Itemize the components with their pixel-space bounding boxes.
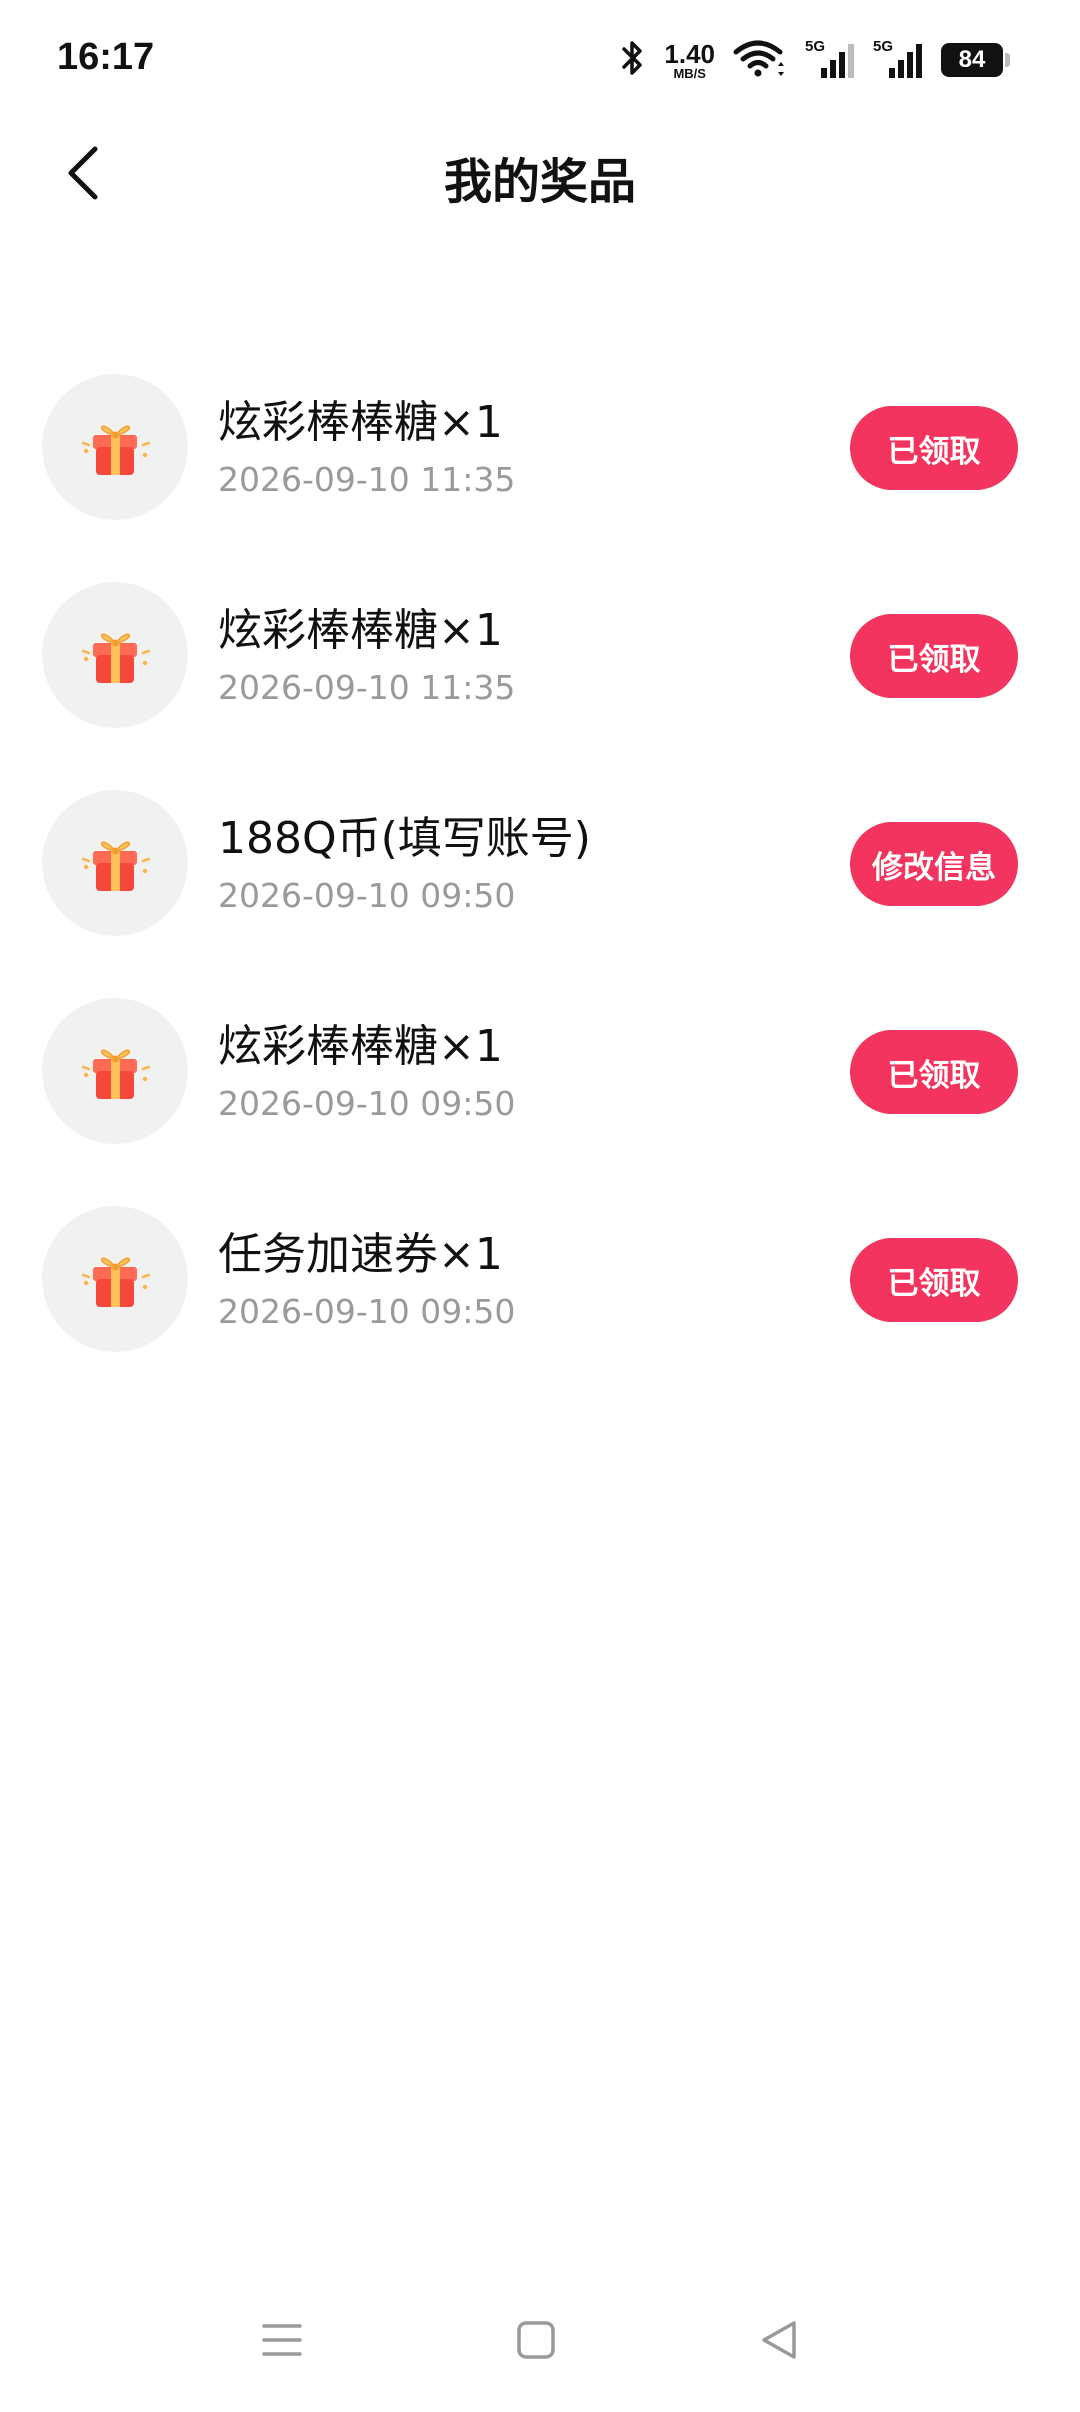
gift-box-icon [75,613,155,697]
gift-box-icon [75,1237,155,1321]
prize-time: 2026-09-10 11:35 [218,668,516,707]
prize-item: 任务加速券×1 2026-09-10 09:50 已领取 [0,1204,1080,1412]
menu-button[interactable] [242,2302,322,2382]
page-title: 我的奖品 [443,154,636,210]
prize-avatar [42,790,188,936]
prize-action-button[interactable]: 已领取 [850,1030,1018,1114]
status-icons: 1.40 MB/S 5G 5G 84 [620,36,1010,84]
back-triangle-icon [756,2318,800,2366]
prize-list: 炫彩棒棒糖×1 2026-09-10 11:35 已领取 炫彩棒棒糖×1 202… [0,372,1080,1412]
prize-action-button[interactable]: 已领取 [850,614,1018,698]
status-time: 16:17 [57,36,155,78]
prize-item: 炫彩棒棒糖×1 2026-09-10 11:35 已领取 [0,372,1080,580]
prize-avatar [42,1206,188,1352]
bluetooth-icon [620,38,646,82]
menu-icon [260,2320,304,2364]
cellular-signal-icon: 5G [805,38,855,80]
battery-level: 84 [941,43,1003,77]
prize-name: 炫彩棒棒糖×1 [218,1021,503,1072]
prize-action-button[interactable]: 已领取 [850,406,1018,490]
home-button[interactable] [496,2302,576,2382]
navigation-bar [0,2282,1080,2412]
prize-avatar [42,374,188,520]
network-speed-value: 1.40 [664,38,715,69]
status-bar: 16:17 1.40 MB/S 5G 5G 84 [0,0,1080,120]
prize-avatar [42,998,188,1144]
prize-action-button[interactable]: 修改信息 [850,822,1018,906]
battery-tip [1005,53,1010,67]
prize-time: 2026-09-10 09:50 [218,1292,516,1331]
prize-name: 炫彩棒棒糖×1 [218,397,503,448]
prize-avatar [42,582,188,728]
prize-name: 188Q币(填写账号) [218,813,591,864]
prize-item: 炫彩棒棒糖×1 2026-09-10 11:35 已领取 [0,580,1080,788]
gift-box-icon [75,405,155,489]
prize-action-button[interactable]: 已领取 [850,1238,1018,1322]
screen: 16:17 1.40 MB/S 5G 5G 84 我的奖品 炫彩棒棒糖×1 20… [0,0,1080,2412]
prize-item: 188Q币(填写账号) 2026-09-10 09:50 修改信息 [0,788,1080,996]
back-nav-button[interactable] [738,2302,818,2382]
prize-item: 炫彩棒棒糖×1 2026-09-10 09:50 已领取 [0,996,1080,1204]
prize-name: 任务加速券×1 [218,1229,503,1280]
battery-icon: 84 [941,43,1010,77]
network-speed-unit: MB/S [673,65,706,81]
home-square-icon [514,2318,558,2366]
network-speed: 1.40 MB/S [664,41,715,80]
gift-box-icon [75,821,155,905]
header: 我的奖品 [0,120,1080,230]
cellular-signal-icon: 5G [873,38,923,80]
gift-box-icon [75,1029,155,1113]
prize-time: 2026-09-10 09:50 [218,1084,516,1123]
prize-time: 2026-09-10 09:50 [218,876,516,915]
wifi-icon [733,38,787,82]
prize-name: 炫彩棒棒糖×1 [218,605,503,656]
prize-time: 2026-09-10 11:35 [218,460,516,499]
